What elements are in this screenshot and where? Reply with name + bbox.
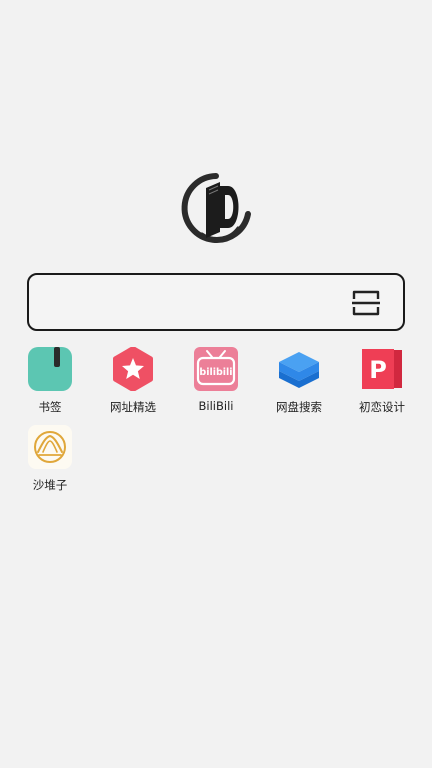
app-label: 初恋设计 [359, 400, 405, 414]
app-netdisk-search[interactable]: 网盘搜索 [266, 347, 332, 415]
app-chulian-design[interactable]: P 初恋设计 [349, 347, 415, 415]
p-logo-icon: P [362, 349, 402, 389]
p-logo-text: P [369, 356, 387, 384]
bilibili-tv-icon: bilibili [194, 347, 238, 391]
bilibili-icon-text: bilibili [199, 367, 232, 378]
app-label: BiliBili [198, 399, 234, 413]
star-hexagon-icon [113, 347, 153, 391]
app-label: 网址精选 [110, 400, 156, 414]
app-bookmark[interactable]: 书签 [17, 347, 83, 415]
layers-icon [279, 352, 319, 388]
app-label: 书签 [38, 400, 62, 414]
app-shaduizi[interactable]: 沙堆子 [17, 425, 83, 493]
search-input[interactable] [27, 273, 405, 331]
book-d-logo-icon [181, 173, 251, 243]
app-favorites[interactable]: 网址精选 [100, 347, 166, 415]
bookmark-icon [28, 347, 72, 391]
app-logo [176, 168, 256, 248]
app-bilibili[interactable]: bilibili BiliBili [183, 347, 249, 413]
sand-pile-icon [28, 425, 72, 469]
scan-icon[interactable] [351, 289, 381, 317]
app-label: 网盘搜索 [276, 400, 322, 414]
app-label: 沙堆子 [32, 478, 68, 492]
